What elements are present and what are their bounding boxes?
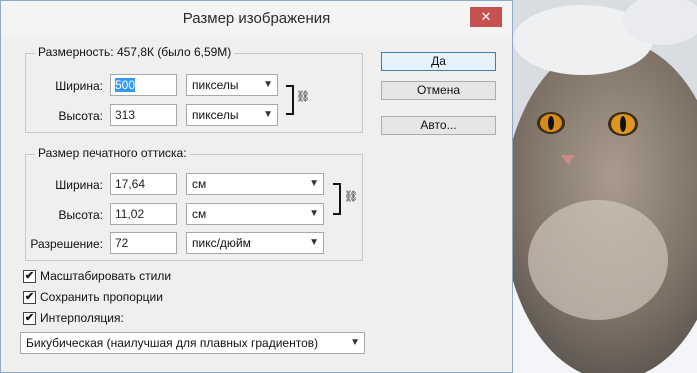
cat-photo-background [513, 0, 697, 373]
resolution-label: Разрешение: [30, 237, 103, 251]
scale-styles-checkbox[interactable]: ✔ [23, 270, 36, 283]
chain-link-icon: ⛓ [344, 191, 358, 203]
pixel-height-input[interactable]: 313 [110, 104, 177, 126]
chain-link-icon: ⛓ [296, 91, 310, 103]
ok-button[interactable]: Да [381, 52, 496, 71]
resample-label[interactable]: Интерполяция: [40, 311, 124, 325]
checkmark-icon: ✔ [24, 312, 35, 324]
pixel-width-unit-select[interactable]: пикселы ▼ [186, 74, 278, 96]
image-size-dialog: Размер изображения ✕ Размерность: 457,8К… [0, 0, 513, 373]
chevron-down-icon: ▼ [263, 79, 273, 90]
chevron-down-icon: ▼ [350, 337, 360, 348]
resample-method-select[interactable]: Бикубическая (наилучшая для плавных град… [20, 332, 365, 354]
resample-checkbox[interactable]: ✔ [23, 312, 36, 325]
pixel-height-label: Высота: [58, 109, 103, 123]
pixel-width-input[interactable]: 500 [110, 74, 177, 96]
cancel-button[interactable]: Отмена [381, 81, 496, 100]
print-size-legend: Размер печатного оттиска: [35, 146, 190, 160]
print-height-label: Высота: [58, 208, 103, 222]
cat-photo-image [513, 0, 697, 373]
scale-styles-label[interactable]: Масштабировать стили [40, 269, 171, 283]
print-width-unit-select[interactable]: см ▼ [186, 173, 324, 195]
print-height-input[interactable]: 11,02 [110, 203, 177, 225]
resolution-input[interactable]: 72 [110, 232, 177, 254]
chevron-down-icon: ▼ [309, 208, 319, 219]
print-width-label: Ширина: [55, 178, 103, 192]
chevron-down-icon: ▼ [309, 178, 319, 189]
print-link-bracket [333, 183, 341, 215]
auto-button[interactable]: Авто... [381, 116, 496, 135]
checkmark-icon: ✔ [24, 270, 35, 282]
print-height-unit-select[interactable]: см ▼ [186, 203, 324, 225]
pixel-dimensions-legend: Размерность: 457,8К (было 6,59М) [35, 45, 235, 59]
checkmark-icon: ✔ [24, 291, 35, 303]
pixel-height-unit-select[interactable]: пикселы ▼ [186, 104, 278, 126]
constrain-proportions-checkbox[interactable]: ✔ [23, 291, 36, 304]
chevron-down-icon: ▼ [309, 237, 319, 248]
dialog-title: Размер изображения [182, 10, 331, 27]
close-icon: ✕ [480, 9, 492, 24]
constrain-proportions-label[interactable]: Сохранить пропорции [40, 290, 163, 304]
print-width-input[interactable]: 17,64 [110, 173, 177, 195]
title-bar[interactable]: Размер изображения ✕ [1, 1, 512, 37]
resolution-unit-select[interactable]: пикс/дюйм ▼ [186, 232, 324, 254]
pixel-width-label: Ширина: [55, 79, 103, 93]
pixel-link-bracket [286, 85, 294, 115]
chevron-down-icon: ▼ [263, 109, 273, 120]
close-button[interactable]: ✕ [470, 7, 502, 27]
